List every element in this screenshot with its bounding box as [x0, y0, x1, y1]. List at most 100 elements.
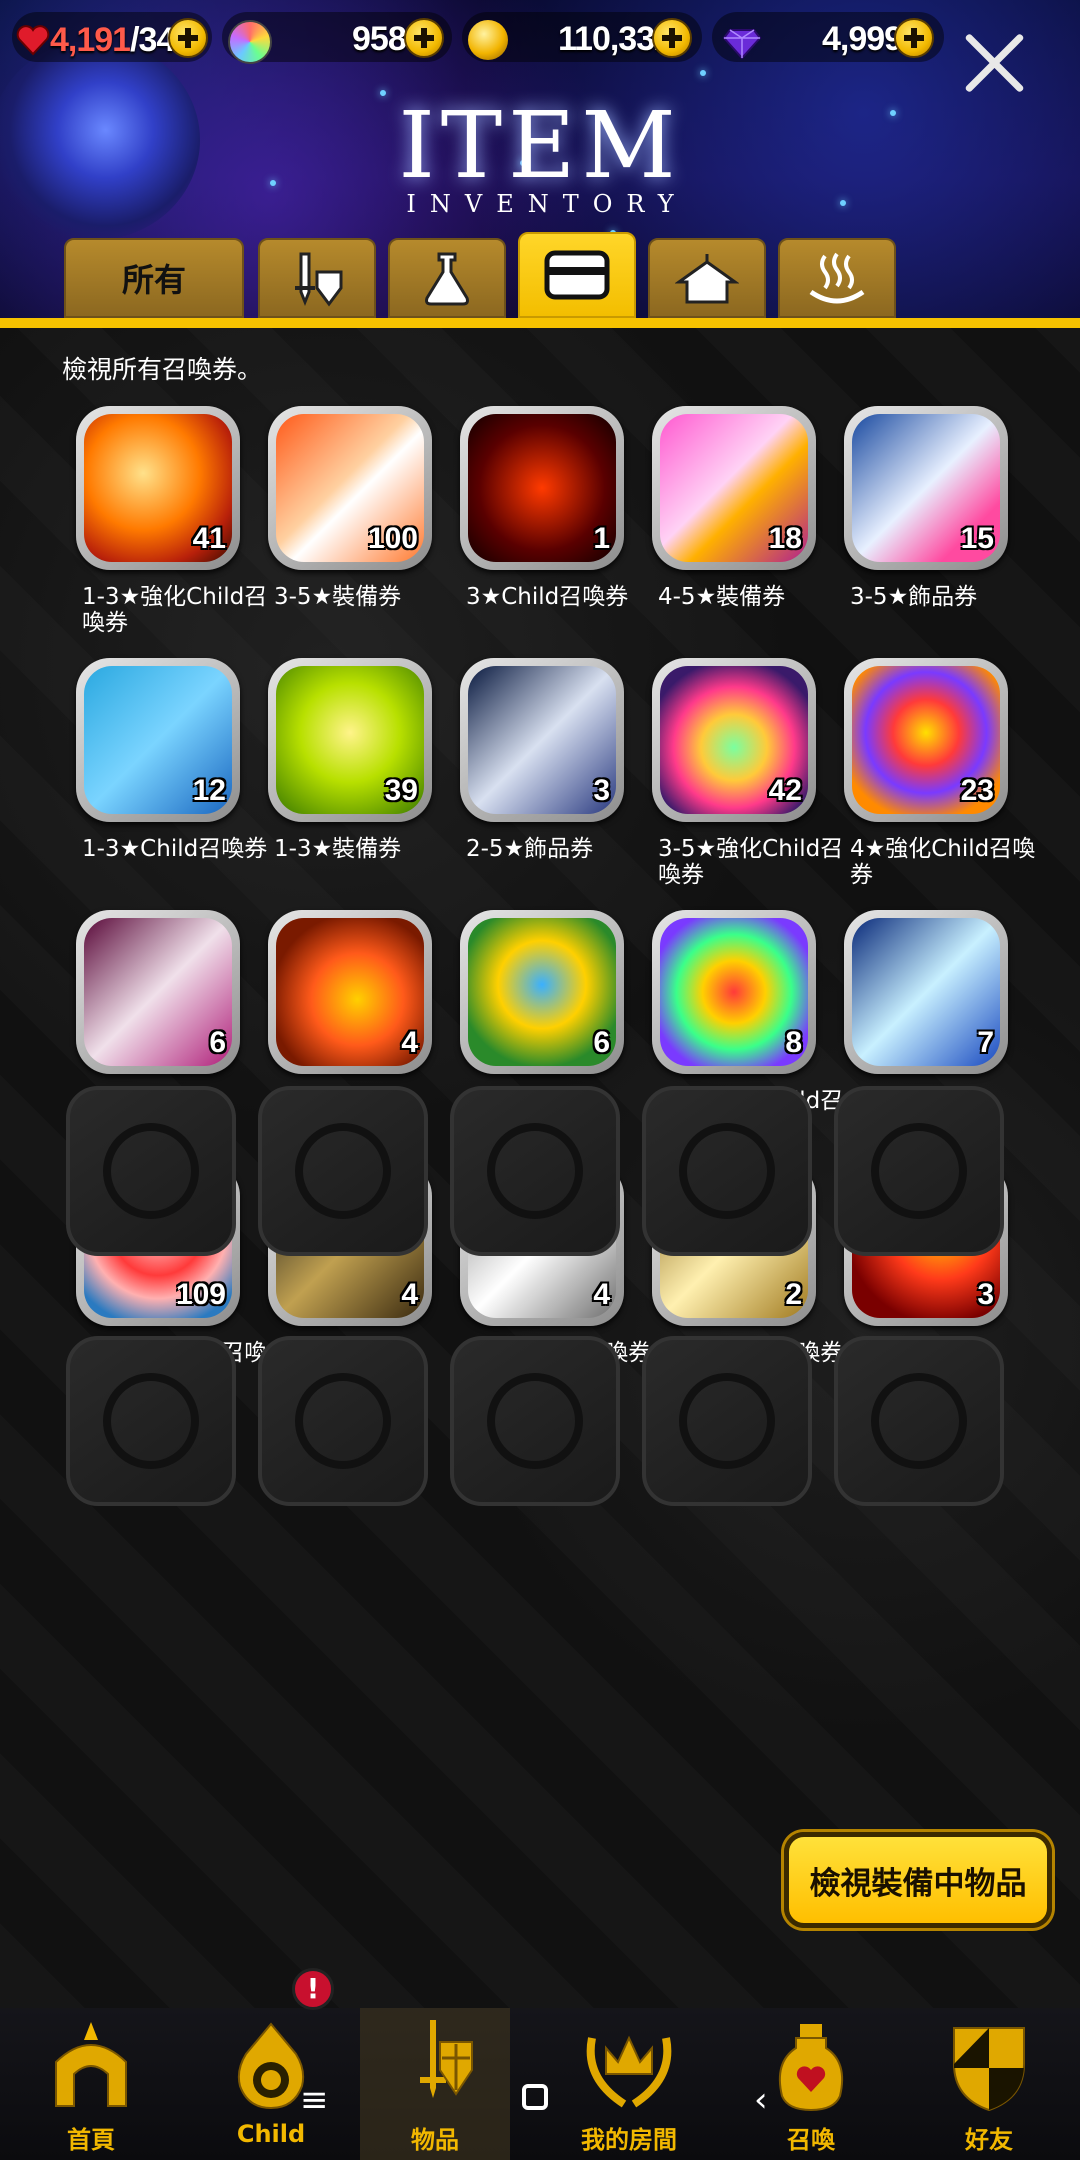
item-count: 12: [192, 774, 226, 807]
item-icon: 6: [84, 918, 232, 1066]
slot-emblem-icon: [679, 1123, 775, 1219]
home-arch-icon: [55, 2022, 127, 2107]
item-icon-frame: 15: [844, 406, 1008, 570]
back-icon[interactable]: ‹: [754, 2080, 768, 2120]
tab-potions[interactable]: [388, 238, 506, 318]
item-count: 109: [175, 1278, 226, 1311]
item-name: 1-3★Child召喚券: [82, 836, 268, 862]
item-icon-frame: 6: [76, 910, 240, 1074]
inventory-item[interactable]: 42 3-5★強化Child召喚券: [642, 658, 843, 888]
inventory-item[interactable]: 1 3★Child召喚券: [450, 406, 630, 636]
item-count: 23: [960, 774, 994, 807]
inventory-item[interactable]: 23 4★強化Child召喚券: [834, 658, 1035, 888]
view-equipped-items-label: 檢視裝備中物品: [809, 1865, 1027, 1902]
item-count: 39: [384, 774, 418, 807]
inventory-item[interactable]: 100 3-5★裝備券: [258, 406, 438, 636]
item-icon-frame: 18: [652, 406, 816, 570]
item-count: 7: [977, 1026, 994, 1059]
slot-emblem-icon: [679, 1373, 775, 1469]
item-count: 4: [401, 1278, 418, 1311]
hint-text: 檢視所有召喚券。: [62, 355, 263, 384]
add-gems-button[interactable]: [404, 18, 444, 58]
item-name: 3★Child召喚券: [466, 584, 629, 610]
item-icon-frame: 6: [460, 910, 624, 1074]
empty-item-slot: [66, 1336, 236, 1506]
purple-crystal-icon: [722, 29, 762, 60]
nav-friends[interactable]: 好友: [914, 2008, 1064, 2160]
inventory-item[interactable]: 12 1-3★Child召喚券: [66, 658, 267, 888]
empty-item-slot: [642, 1086, 812, 1256]
item-count: 18: [768, 522, 802, 555]
slot-emblem-icon: [295, 1373, 391, 1469]
header-banner: 4,191 /346 958 110,332 4,999 ITEM INVENT…: [0, 0, 1080, 322]
empty-item-slot: [834, 1336, 1004, 1506]
tab-all-label: 所有: [121, 261, 186, 299]
menu-icon[interactable]: ≡: [300, 2080, 329, 2120]
heart-icon: [16, 25, 50, 56]
view-equipped-items-button[interactable]: 檢視裝備中物品: [784, 1832, 1052, 1928]
stamina-resource: 4,191 /346: [16, 14, 193, 66]
item-icon-frame: 1: [460, 406, 624, 570]
item-icon-frame: 100: [268, 406, 432, 570]
item-icon: 100: [276, 414, 424, 562]
nav-home[interactable]: 首頁: [16, 2008, 166, 2160]
tab-equipment[interactable]: [258, 238, 376, 318]
nav-my-room[interactable]: 我的房間: [554, 2008, 704, 2160]
inventory-item[interactable]: 15 3-5★飾品券: [834, 406, 1014, 636]
item-icon: 18: [660, 414, 808, 562]
item-name: 3-5★強化Child召喚券: [658, 836, 844, 888]
item-name: 4★強化Child召喚券: [850, 836, 1036, 888]
item-icon-frame: 23: [844, 658, 1008, 822]
close-button[interactable]: [960, 28, 1030, 98]
item-count: 1: [593, 522, 610, 555]
add-stamina-button[interactable]: [168, 18, 208, 58]
add-gold-button[interactable]: [652, 18, 692, 58]
empty-item-slot: [66, 1086, 236, 1256]
item-count: 6: [209, 1026, 226, 1059]
item-name: 1-3★強化Child召喚券: [82, 584, 268, 636]
item-icon-frame: 8: [652, 910, 816, 1074]
inventory-item[interactable]: 3 2-5★飾品券: [450, 658, 630, 888]
item-name: 3-5★飾品券: [850, 584, 978, 610]
item-count: 4: [593, 1278, 610, 1311]
home-button-icon[interactable]: [522, 2084, 548, 2110]
shield-icon: [953, 2027, 1025, 2112]
item-icon: 4: [276, 918, 424, 1066]
item-icon-frame: 12: [76, 658, 240, 822]
item-icon-frame: 4: [268, 910, 432, 1074]
nav-items[interactable]: 物品: [360, 2008, 510, 2160]
gold-coins-icon: [468, 20, 508, 60]
tab-costumes[interactable]: [648, 238, 766, 318]
nav-child-label: Child: [236, 2120, 306, 2148]
item-count: 3: [593, 774, 610, 807]
gems-value: 958: [352, 20, 407, 58]
resource-bar: 4,191 /346 958 110,332 4,999: [0, 6, 1080, 70]
costume-icon: [675, 254, 739, 304]
item-name: 2-5★飾品券: [466, 836, 594, 862]
item-icon: 8: [660, 918, 808, 1066]
nav-friends-label: 好友: [965, 2126, 1013, 2154]
add-crystals-button[interactable]: [894, 18, 934, 58]
sparkle: [380, 90, 386, 96]
inventory-item[interactable]: 41 1-3★強化Child召喚券: [66, 406, 267, 636]
inventory-item[interactable]: 39 1-3★裝備券: [258, 658, 438, 888]
potion-bottle-icon: [778, 2024, 844, 2112]
crystals-value: 4,999: [822, 20, 903, 58]
item-count: 2: [785, 1278, 802, 1311]
empty-item-slot: [450, 1086, 620, 1256]
tab-hot-spring[interactable]: [778, 238, 896, 318]
tab-all[interactable]: 所有: [64, 238, 244, 318]
nav-home-label: 首頁: [67, 2126, 115, 2154]
slot-emblem-icon: [103, 1373, 199, 1469]
item-count: 6: [593, 1026, 610, 1059]
slot-emblem-icon: [103, 1123, 199, 1219]
item-count: 15: [960, 522, 994, 555]
stamina-value: 4,191: [50, 20, 131, 59]
inventory-item[interactable]: 18 4-5★裝備券: [642, 406, 822, 636]
rainbow-gem-icon: [228, 20, 272, 64]
hot-spring-icon: [809, 252, 865, 304]
tab-tickets[interactable]: [518, 232, 636, 318]
item-count: 4: [401, 1026, 418, 1059]
page-title: ITEM: [398, 92, 682, 199]
child-alert-badge: !: [292, 1968, 334, 2010]
